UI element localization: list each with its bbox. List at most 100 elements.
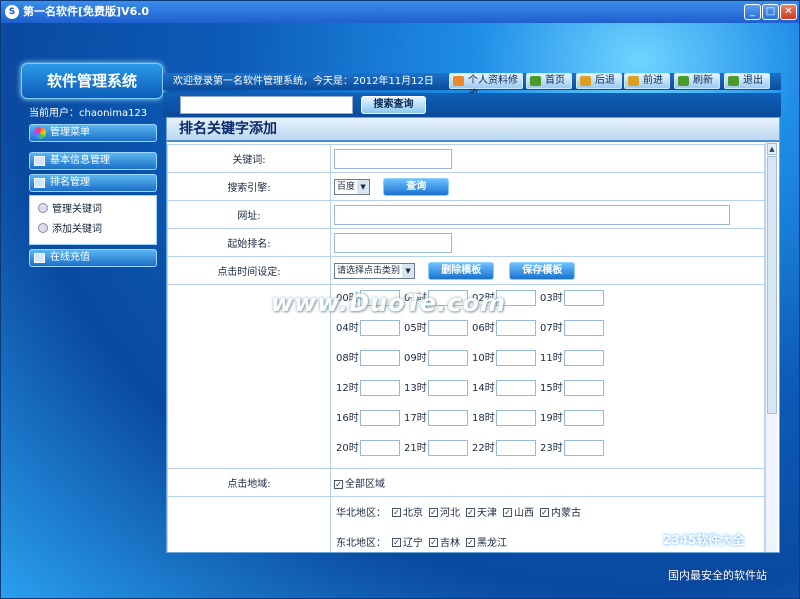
hour-cell: 12时	[336, 379, 400, 396]
query-button[interactable]: 查询	[383, 177, 450, 196]
region-checkbox[interactable]: ✓	[429, 508, 438, 517]
hour-label: 19时	[540, 413, 563, 424]
page-title: 排名关键字添加	[167, 118, 779, 142]
save-template-button[interactable]: 保存模板	[509, 261, 576, 280]
exit-button[interactable]: 退出	[724, 73, 770, 89]
search-button[interactable]: 搜索查询	[361, 96, 426, 114]
region-checkbox[interactable]: ✓	[466, 538, 475, 547]
region-checkbox[interactable]: ✓	[540, 508, 549, 517]
hour-cell: 08时	[336, 349, 400, 366]
hour-input[interactable]	[359, 380, 400, 396]
vertical-scrollbar[interactable]: ▲	[765, 142, 777, 552]
hour-label: 05时	[404, 323, 427, 334]
region-item-label: 内蒙古	[551, 507, 581, 519]
scroll-up-icon[interactable]: ▲	[767, 143, 777, 155]
folder-icon	[34, 156, 45, 166]
menu-header-label: 管理菜单	[50, 127, 90, 138]
hour-input[interactable]	[563, 380, 604, 396]
chevron-down-icon: ▼	[357, 179, 370, 194]
hour-label: 08时	[336, 353, 359, 364]
button-label: 前进	[643, 75, 663, 86]
region-checkbox[interactable]: ✓	[392, 538, 401, 547]
hour-cell: 03时	[540, 289, 604, 306]
hour-label: 04时	[336, 323, 359, 334]
button-label: 退出	[743, 75, 763, 86]
hour-cell: 06时	[472, 319, 536, 336]
home-button[interactable]: 首页	[526, 73, 572, 89]
region-checkbox[interactable]: ✓	[429, 538, 438, 547]
region-checkbox[interactable]: ✓	[392, 508, 401, 517]
hour-input[interactable]	[427, 410, 468, 426]
all-regions-label: 全部区域	[345, 479, 385, 490]
region-checkbox[interactable]: ✓	[466, 508, 475, 517]
profile-edit-button[interactable]: 个人资料修改	[449, 73, 523, 100]
hour-input[interactable]	[359, 410, 400, 426]
link-icon	[38, 203, 48, 213]
submenu-add-keywords[interactable]: 添加关键词	[52, 220, 102, 235]
hour-input[interactable]	[563, 410, 604, 426]
hour-input[interactable]	[495, 410, 536, 426]
region-item-label: 北京	[403, 507, 423, 519]
hour-label: 15时	[540, 383, 563, 394]
region-row: 华北地区： ✓ 北京 ✓ 河北 ✓ 天津 ✓ 山西 ✓ 内蒙古	[336, 504, 581, 519]
sidebar-item-basic-info[interactable]: 基本信息管理	[29, 152, 157, 170]
url-input[interactable]	[334, 204, 730, 225]
start-rank-input[interactable]	[334, 232, 452, 253]
engine-select[interactable]: 百度 ▼	[334, 178, 371, 195]
hour-input[interactable]	[495, 440, 536, 456]
forward-arrow-icon	[628, 76, 639, 86]
hour-input[interactable]	[495, 380, 536, 396]
delete-template-button[interactable]: 删除模板	[428, 261, 495, 280]
title-bar: S 第一名软件[免费版]V6.0	[1, 1, 799, 23]
exit-icon	[728, 76, 739, 86]
minimize-button[interactable]: _	[744, 4, 761, 20]
sidebar-item-label: 在线充值	[50, 252, 90, 263]
sidebar-item-ranking[interactable]: 排名管理	[29, 174, 157, 192]
checkbox[interactable]: ✓	[334, 479, 343, 489]
hour-cell: 19时	[540, 409, 604, 426]
submenu-manage-keywords[interactable]: 管理关键词	[52, 200, 102, 215]
hour-label: 17时	[404, 413, 427, 424]
system-name: 软件管理系统	[21, 63, 163, 99]
hour-input[interactable]	[563, 320, 604, 336]
region-checkbox[interactable]: ✓	[503, 508, 512, 517]
engine-select-value: 百度	[337, 181, 356, 192]
hour-input[interactable]	[427, 320, 468, 336]
app-logo-icon: S	[5, 5, 19, 19]
region-item-label: 吉林	[440, 537, 460, 549]
region-item-label: 辽宁	[403, 537, 423, 549]
hour-input[interactable]	[427, 350, 468, 366]
current-user: 当前用户：chaonima123	[29, 108, 148, 119]
refresh-button[interactable]: 刷新	[674, 73, 720, 89]
chevron-down-icon: ▼	[402, 263, 415, 278]
hour-input[interactable]	[495, 320, 536, 336]
sidebar-item-recharge[interactable]: 在线充值	[29, 249, 157, 267]
link-icon	[38, 223, 48, 233]
hour-cell: 16时	[336, 409, 400, 426]
hour-cell: 05时	[404, 319, 468, 336]
maximize-button[interactable]: □	[762, 4, 779, 20]
search-input[interactable]	[180, 96, 353, 114]
main-panel: 排名关键字添加 ▲ 关键词: 搜索引擎: 百度 ▼ 查询 网址: 起始排名: 点击…	[166, 117, 780, 553]
hour-input[interactable]	[427, 380, 468, 396]
hour-label: 13时	[404, 383, 427, 394]
forward-button[interactable]: 前进	[624, 73, 670, 89]
hour-input[interactable]	[359, 350, 400, 366]
hour-input[interactable]	[563, 290, 604, 306]
hour-input[interactable]	[563, 440, 604, 456]
menu-header[interactable]: 管理菜单	[29, 124, 157, 142]
hour-input[interactable]	[359, 440, 400, 456]
scroll-thumb[interactable]	[767, 156, 777, 414]
close-button[interactable]: ✕	[780, 4, 797, 20]
hour-cell: 11时	[540, 349, 604, 366]
hour-input[interactable]	[495, 350, 536, 366]
back-arrow-icon	[580, 76, 591, 86]
back-button[interactable]: 后退	[576, 73, 622, 89]
time-setting-label: 点击时间设定:	[167, 256, 331, 285]
keyword-input[interactable]	[334, 148, 452, 169]
hour-input[interactable]	[427, 440, 468, 456]
hour-input[interactable]	[563, 350, 604, 366]
hour-input[interactable]	[359, 320, 400, 336]
time-category-select[interactable]: 请选择点击类别 ▼	[334, 262, 416, 279]
color-ball-icon	[34, 127, 46, 139]
